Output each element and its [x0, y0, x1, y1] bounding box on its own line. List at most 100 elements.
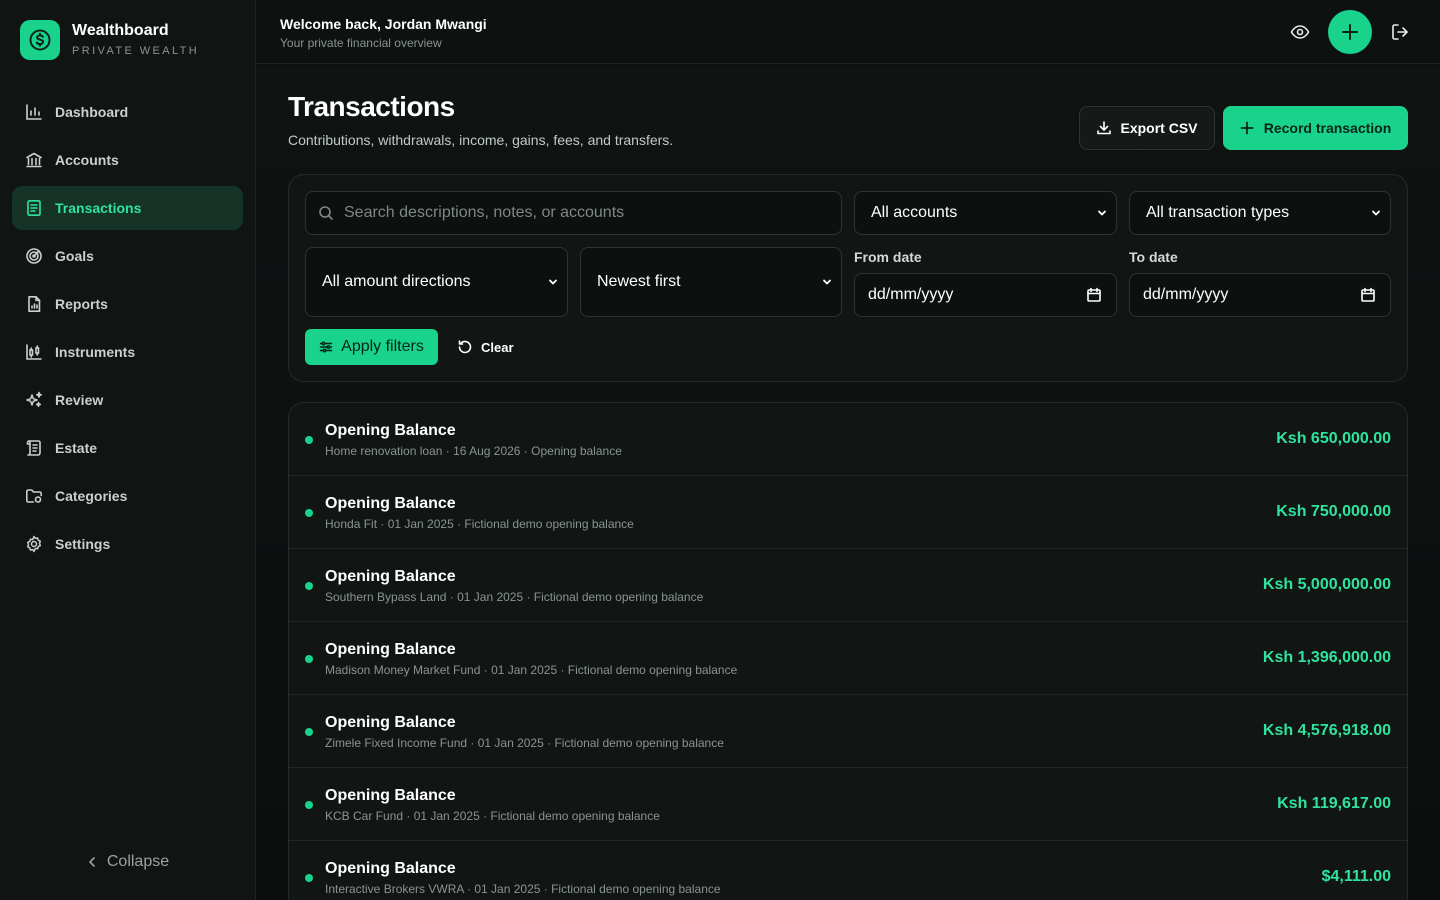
- sort-select[interactable]: Newest first: [580, 247, 842, 317]
- sidebar-item-accounts[interactable]: Accounts: [12, 138, 243, 182]
- transaction-meta: KCB Car Fund · 01 Jan 2025 · Fictional d…: [325, 809, 660, 823]
- sidebar-item-settings[interactable]: Settings: [12, 522, 243, 566]
- bank-icon: [24, 150, 44, 170]
- chevron-down-icon: [1370, 207, 1382, 219]
- amount-direction-value: All amount directions: [322, 273, 471, 290]
- gear-icon: [24, 534, 44, 554]
- transaction-amount: $4,111.00: [1321, 868, 1391, 885]
- transaction-row[interactable]: Opening Balance KCB Car Fund · 01 Jan 20…: [289, 768, 1407, 841]
- transaction-row[interactable]: Opening Balance Interactive Brokers VWRA…: [289, 841, 1407, 900]
- sidebar: Wealthboard PRIVATE WEALTH Dashboard Acc…: [0, 0, 256, 900]
- quick-add-button[interactable]: [1328, 10, 1372, 54]
- search-input[interactable]: Search descriptions, notes, or accounts: [305, 191, 842, 235]
- transaction-title: Opening Balance: [325, 714, 456, 731]
- sidebar-item-label: Review: [55, 392, 104, 408]
- transaction-row[interactable]: Opening Balance Zimele Fixed Income Fund…: [289, 695, 1407, 768]
- welcome-subtitle: Your private financial overview: [280, 36, 442, 50]
- status-dot: [305, 874, 313, 882]
- logout-button[interactable]: [1386, 10, 1414, 54]
- transaction-title: Opening Balance: [325, 495, 456, 512]
- sliders-icon: [319, 340, 333, 354]
- welcome-title: Welcome back, Jordan Mwangi: [280, 16, 487, 32]
- sidebar-item-label: Accounts: [55, 152, 119, 168]
- to-date-input[interactable]: dd/mm/yyyy: [1129, 273, 1391, 317]
- transaction-amount: Ksh 750,000.00: [1276, 503, 1391, 520]
- download-icon: [1096, 120, 1112, 136]
- page-subtitle: Contributions, withdrawals, income, gain…: [288, 132, 674, 148]
- status-dot: [305, 509, 313, 517]
- account-select[interactable]: All accounts: [854, 191, 1117, 235]
- sidebar-item-dashboard[interactable]: Dashboard: [12, 90, 243, 134]
- sidebar-item-goals[interactable]: Goals: [12, 234, 243, 278]
- transaction-title: Opening Balance: [325, 641, 456, 658]
- transaction-meta: Interactive Brokers VWRA · 01 Jan 2025 ·…: [325, 882, 721, 896]
- transaction-amount: Ksh 650,000.00: [1276, 430, 1391, 447]
- transaction-meta: Zimele Fixed Income Fund · 01 Jan 2025 ·…: [325, 736, 724, 750]
- sidebar-item-label: Dashboard: [55, 104, 129, 120]
- chevron-left-icon: [87, 856, 97, 868]
- transaction-title: Opening Balance: [325, 860, 456, 877]
- transaction-type-value: All transaction types: [1146, 204, 1290, 221]
- calendar-icon[interactable]: [1086, 287, 1102, 303]
- transaction-type-select[interactable]: All transaction types: [1129, 191, 1391, 235]
- sidebar-item-label: Reports: [55, 296, 108, 312]
- transaction-row[interactable]: Opening Balance Southern Bypass Land · 0…: [289, 549, 1407, 622]
- sidebar-item-estate[interactable]: Estate: [12, 426, 243, 470]
- sidebar-item-review[interactable]: Review: [12, 378, 243, 422]
- transaction-amount: Ksh 5,000,000.00: [1262, 576, 1391, 593]
- apply-filters-label: Apply filters: [341, 338, 424, 355]
- sidebar-item-label: Estate: [55, 440, 98, 456]
- from-date-label: From date: [854, 249, 922, 265]
- eye-icon: [1290, 22, 1310, 42]
- plus-icon: [1341, 23, 1359, 41]
- brand[interactable]: Wealthboard PRIVATE WEALTH: [20, 20, 199, 60]
- transaction-title: Opening Balance: [325, 568, 456, 585]
- status-dot: [305, 436, 313, 444]
- export-csv-label: Export CSV: [1120, 120, 1198, 136]
- status-dot: [305, 728, 313, 736]
- collapse-button[interactable]: Collapse: [0, 850, 256, 874]
- main-content: Transactions Contributions, withdrawals,…: [256, 65, 1440, 900]
- calendar-icon[interactable]: [1360, 287, 1376, 303]
- sidebar-nav: Dashboard Accounts Transactions Goals Re…: [12, 90, 243, 570]
- transaction-meta: Madison Money Market Fund · 01 Jan 2025 …: [325, 663, 738, 677]
- amount-direction-select[interactable]: All amount directions: [305, 247, 568, 317]
- transaction-title: Opening Balance: [325, 422, 456, 439]
- sidebar-item-instruments[interactable]: Instruments: [12, 330, 243, 374]
- transaction-row[interactable]: Opening Balance Home renovation loan · 1…: [289, 403, 1407, 476]
- transaction-row[interactable]: Opening Balance Honda Fit · 01 Jan 2025 …: [289, 476, 1407, 549]
- sidebar-item-categories[interactable]: Categories: [12, 474, 243, 518]
- to-date-label: To date: [1129, 249, 1178, 265]
- brand-name: Wealthboard: [72, 22, 169, 39]
- transaction-meta: Honda Fit · 01 Jan 2025 · Fictional demo…: [325, 517, 634, 531]
- to-date-value: dd/mm/yyyy: [1143, 286, 1229, 303]
- status-dot: [305, 655, 313, 663]
- transaction-amount: Ksh 119,617.00: [1277, 795, 1391, 812]
- chevron-down-icon: [547, 276, 559, 288]
- transaction-row[interactable]: Opening Balance Madison Money Market Fun…: [289, 622, 1407, 695]
- clear-filters-label: Clear: [481, 339, 514, 355]
- search-icon: [318, 205, 334, 221]
- sidebar-item-label: Categories: [55, 488, 128, 504]
- page-title: Transactions: [288, 91, 455, 122]
- status-dot: [305, 801, 313, 809]
- candlestick-icon: [24, 342, 44, 362]
- clear-filters-button[interactable]: Clear: [457, 329, 514, 365]
- sidebar-item-reports[interactable]: Reports: [12, 282, 243, 326]
- toggle-visibility-button[interactable]: [1280, 10, 1320, 54]
- export-csv-button[interactable]: Export CSV: [1079, 106, 1215, 150]
- record-transaction-button[interactable]: Record transaction: [1223, 106, 1408, 150]
- apply-filters-button[interactable]: Apply filters: [305, 329, 438, 365]
- record-transaction-label: Record transaction: [1263, 120, 1392, 136]
- status-dot: [305, 582, 313, 590]
- transaction-list: Opening Balance Home renovation loan · 1…: [288, 402, 1408, 900]
- account-select-value: All accounts: [871, 204, 958, 221]
- sidebar-item-transactions[interactable]: Transactions: [12, 186, 243, 230]
- sidebar-item-label: Settings: [55, 536, 111, 552]
- chevron-down-icon: [1096, 207, 1108, 219]
- search-placeholder: Search descriptions, notes, or accounts: [344, 204, 625, 221]
- dollar-logo-icon: [20, 20, 60, 60]
- from-date-input[interactable]: dd/mm/yyyy: [854, 273, 1117, 317]
- bar-chart-icon: [24, 102, 44, 122]
- sidebar-item-label: Goals: [55, 248, 94, 264]
